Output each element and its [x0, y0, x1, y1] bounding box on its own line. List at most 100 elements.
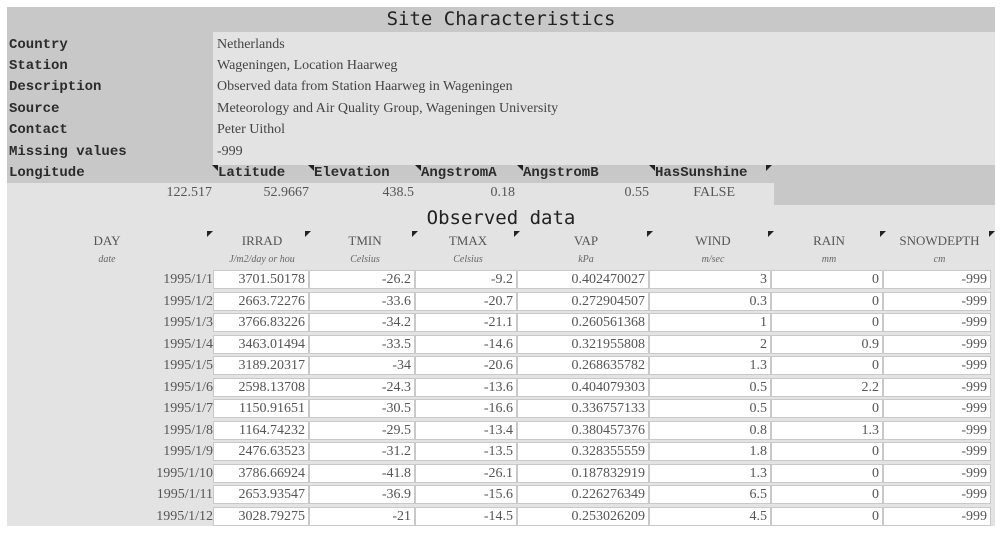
cell-tmin[interactable]: -34 [309, 356, 415, 375]
cell-wind[interactable]: 1 [649, 313, 771, 332]
cell-day[interactable]: 1995/1/1 [7, 269, 213, 290]
cell-irrad[interactable]: 2476.63523 [213, 442, 309, 461]
cell-wind[interactable]: 0.5 [649, 377, 771, 397]
cell-tmin[interactable]: -33.6 [309, 291, 415, 311]
cell-tmax[interactable]: -14.5 [415, 506, 517, 526]
cell-wind[interactable]: 4.5 [649, 506, 771, 526]
param-value-angstroma[interactable]: 0.18 [415, 185, 516, 201]
cell-tmin[interactable]: -24.3 [309, 377, 415, 397]
cell-snowdepth[interactable]: -999 [883, 506, 991, 526]
cell-irrad[interactable]: 3463.01494 [213, 334, 309, 354]
cell-tmax[interactable]: -26.1 [415, 463, 517, 483]
cell-tmax[interactable]: -13.4 [415, 420, 517, 440]
cell-day[interactable]: 1995/1/10 [7, 463, 213, 484]
cell-rain[interactable]: 0 [771, 506, 883, 526]
cell-irrad[interactable]: 3766.83226 [213, 313, 309, 332]
cell-rain[interactable]: 0 [771, 356, 883, 375]
cell-irrad[interactable]: 2663.72276 [213, 291, 309, 311]
cell-tmax[interactable]: -15.6 [415, 485, 517, 504]
cell-wind[interactable]: 0.8 [649, 420, 771, 440]
cell-tmax[interactable]: -13.6 [415, 377, 517, 397]
cell-vap[interactable]: 0.268635782 [517, 356, 649, 375]
cell-rain[interactable]: 0 [771, 291, 883, 311]
cell-rain[interactable]: 1.3 [771, 420, 883, 440]
cell-irrad[interactable]: 1150.91651 [213, 399, 309, 418]
cell-tmin[interactable]: -31.2 [309, 442, 415, 461]
cell-day[interactable]: 1995/1/7 [7, 398, 213, 419]
cell-snowdepth[interactable]: -999 [883, 291, 991, 311]
cell-wind[interactable]: 1.3 [649, 463, 771, 483]
cell-wind[interactable]: 1.8 [649, 442, 771, 461]
cell-snowdepth[interactable]: -999 [883, 463, 991, 483]
cell-wind[interactable]: 3 [649, 270, 771, 289]
cell-irrad[interactable]: 3786.66924 [213, 463, 309, 483]
cell-wind[interactable]: 2 [649, 334, 771, 354]
cell-irrad[interactable]: 2598.13708 [213, 377, 309, 397]
cell-wind[interactable]: 6.5 [649, 485, 771, 504]
cell-tmax[interactable]: -16.6 [415, 399, 517, 418]
param-value-hassunshine[interactable]: FALSE [687, 185, 735, 201]
cell-snowdepth[interactable]: -999 [883, 313, 991, 332]
cell-rain[interactable]: 0 [771, 463, 883, 483]
cell-vap[interactable]: 0.336757133 [517, 399, 649, 418]
cell-tmin[interactable]: -33.5 [309, 334, 415, 354]
cell-tmin[interactable]: -34.2 [309, 313, 415, 332]
cell-vap[interactable]: 0.321955808 [517, 334, 649, 354]
value-station[interactable]: Wageningen, Location Haarweg [217, 58, 397, 74]
cell-tmin[interactable]: -26.2 [309, 270, 415, 289]
cell-snowdepth[interactable]: -999 [883, 334, 991, 354]
cell-vap[interactable]: 0.272904507 [517, 291, 649, 311]
cell-wind[interactable]: 1.3 [649, 356, 771, 375]
cell-tmax[interactable]: -20.6 [415, 356, 517, 375]
value-description[interactable]: Observed data from Station Haarweg in Wa… [217, 79, 513, 95]
value-source[interactable]: Meteorology and Air Quality Group, Wagen… [217, 101, 558, 117]
cell-day[interactable]: 1995/1/9 [7, 441, 213, 462]
cell-wind[interactable]: 0.5 [649, 399, 771, 418]
cell-tmin[interactable]: -41.8 [309, 463, 415, 483]
cell-snowdepth[interactable]: -999 [883, 377, 991, 397]
cell-day[interactable]: 1995/1/3 [7, 312, 213, 333]
cell-snowdepth[interactable]: -999 [883, 399, 991, 418]
cell-day[interactable]: 1995/1/6 [7, 377, 213, 398]
cell-day[interactable]: 1995/1/11 [7, 484, 213, 505]
cell-vap[interactable]: 0.328355559 [517, 442, 649, 461]
cell-irrad[interactable]: 1164.74232 [213, 420, 309, 440]
value-contact[interactable]: Peter Uithol [217, 122, 285, 138]
cell-vap[interactable]: 0.226276349 [517, 485, 649, 504]
cell-irrad[interactable]: 3701.50178 [213, 270, 309, 289]
cell-rain[interactable]: 0 [771, 399, 883, 418]
cell-tmin[interactable]: -36.9 [309, 485, 415, 504]
cell-irrad[interactable]: 3189.20317 [213, 356, 309, 375]
cell-rain[interactable]: 0 [771, 485, 883, 504]
cell-snowdepth[interactable]: -999 [883, 485, 991, 504]
cell-tmax[interactable]: -21.1 [415, 313, 517, 332]
value-country[interactable]: Netherlands [217, 37, 285, 53]
cell-tmax[interactable]: -9.2 [415, 270, 517, 289]
cell-vap[interactable]: 0.380457376 [517, 420, 649, 440]
cell-rain[interactable]: 2.2 [771, 377, 883, 397]
param-value-latitude[interactable]: 52.9667 [213, 185, 310, 201]
cell-tmin[interactable]: -30.5 [309, 399, 415, 418]
cell-tmin[interactable]: -21 [309, 506, 415, 526]
cell-vap[interactable]: 0.187832919 [517, 463, 649, 483]
param-value-longitude[interactable]: 122.517 [107, 185, 213, 201]
cell-vap[interactable]: 0.253026209 [517, 506, 649, 526]
cell-day[interactable]: 1995/1/5 [7, 355, 213, 376]
cell-day[interactable]: 1995/1/4 [7, 334, 213, 355]
cell-rain[interactable]: 0 [771, 270, 883, 289]
cell-snowdepth[interactable]: -999 [883, 442, 991, 461]
param-value-elevation[interactable]: 438.5 [309, 185, 415, 201]
cell-tmax[interactable]: -13.5 [415, 442, 517, 461]
cell-day[interactable]: 1995/1/12 [7, 506, 213, 527]
cell-rain[interactable]: 0.9 [771, 334, 883, 354]
cell-day[interactable]: 1995/1/8 [7, 420, 213, 441]
cell-wind[interactable]: 0.3 [649, 291, 771, 311]
cell-tmax[interactable]: -20.7 [415, 291, 517, 311]
cell-snowdepth[interactable]: -999 [883, 270, 991, 289]
cell-vap[interactable]: 0.260561368 [517, 313, 649, 332]
param-value-angstromb[interactable]: 0.55 [517, 185, 650, 201]
cell-irrad[interactable]: 3028.79275 [213, 506, 309, 526]
cell-vap[interactable]: 0.404079303 [517, 377, 649, 397]
cell-vap[interactable]: 0.402470027 [517, 270, 649, 289]
cell-rain[interactable]: 0 [771, 313, 883, 332]
